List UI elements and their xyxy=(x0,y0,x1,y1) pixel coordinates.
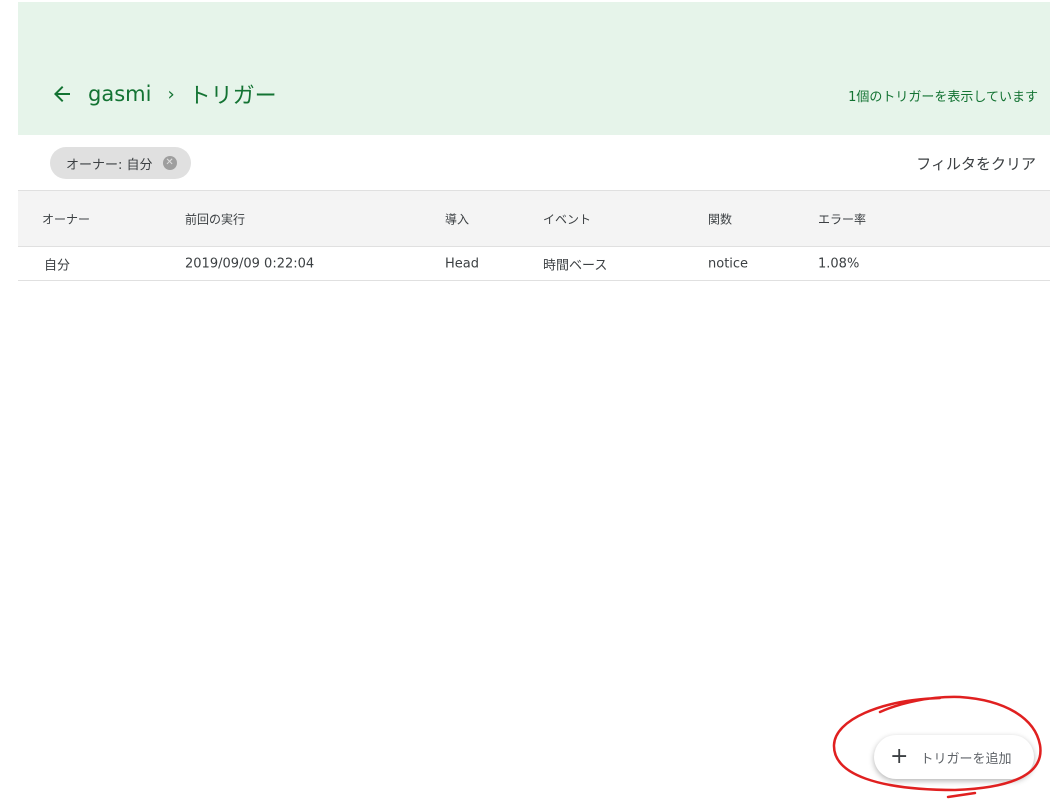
cell-error-rate: 1.08% xyxy=(818,256,860,271)
cell-deployment: Head xyxy=(445,256,479,271)
page-header: gasmi › トリガー 1個のトリガーを表示しています xyxy=(18,2,1050,135)
table-row[interactable]: 自分 2019/09/09 0:22:04 Head 時間ベース notice … xyxy=(18,247,1050,281)
cell-last-run: 2019/09/09 0:22:04 xyxy=(185,256,315,271)
cell-function: notice xyxy=(708,256,749,271)
breadcrumb-project-link[interactable]: gasmi xyxy=(88,82,151,106)
plus-icon: + xyxy=(890,744,909,769)
trigger-count-text: 1個のトリガーを表示しています xyxy=(848,90,1038,105)
column-header-error-rate[interactable]: エラー率 xyxy=(818,210,866,227)
breadcrumb: gasmi › トリガー xyxy=(50,78,277,110)
clear-filter-button[interactable]: フィルタをクリア xyxy=(916,153,1036,174)
cell-owner: 自分 xyxy=(44,258,71,273)
owner-filter-chip[interactable]: オーナー: 自分 ✕ xyxy=(50,147,191,179)
column-header-event[interactable]: イベント xyxy=(543,210,591,227)
column-header-owner[interactable]: オーナー xyxy=(42,210,90,227)
add-trigger-button[interactable]: + トリガーを追加 xyxy=(874,735,1034,779)
chevron-right-icon: › xyxy=(167,83,175,105)
triggers-table: オーナー 前回の実行 導入 イベント 関数 エラー率 自分 2019/09/09… xyxy=(18,190,1050,281)
add-trigger-label: トリガーを追加 xyxy=(920,751,1012,767)
back-arrow-icon[interactable] xyxy=(50,82,74,106)
cell-event: 時間ベース xyxy=(543,258,608,273)
column-header-function[interactable]: 関数 xyxy=(708,210,732,227)
column-header-last-run[interactable]: 前回の実行 xyxy=(185,210,245,227)
page-title: トリガー xyxy=(188,84,277,109)
filter-chip-label: オーナー: 自分 xyxy=(66,157,153,173)
remove-filter-icon[interactable]: ✕ xyxy=(162,156,177,170)
table-header: オーナー 前回の実行 導入 イベント 関数 エラー率 xyxy=(18,190,1050,247)
column-header-deployment[interactable]: 導入 xyxy=(445,210,469,227)
